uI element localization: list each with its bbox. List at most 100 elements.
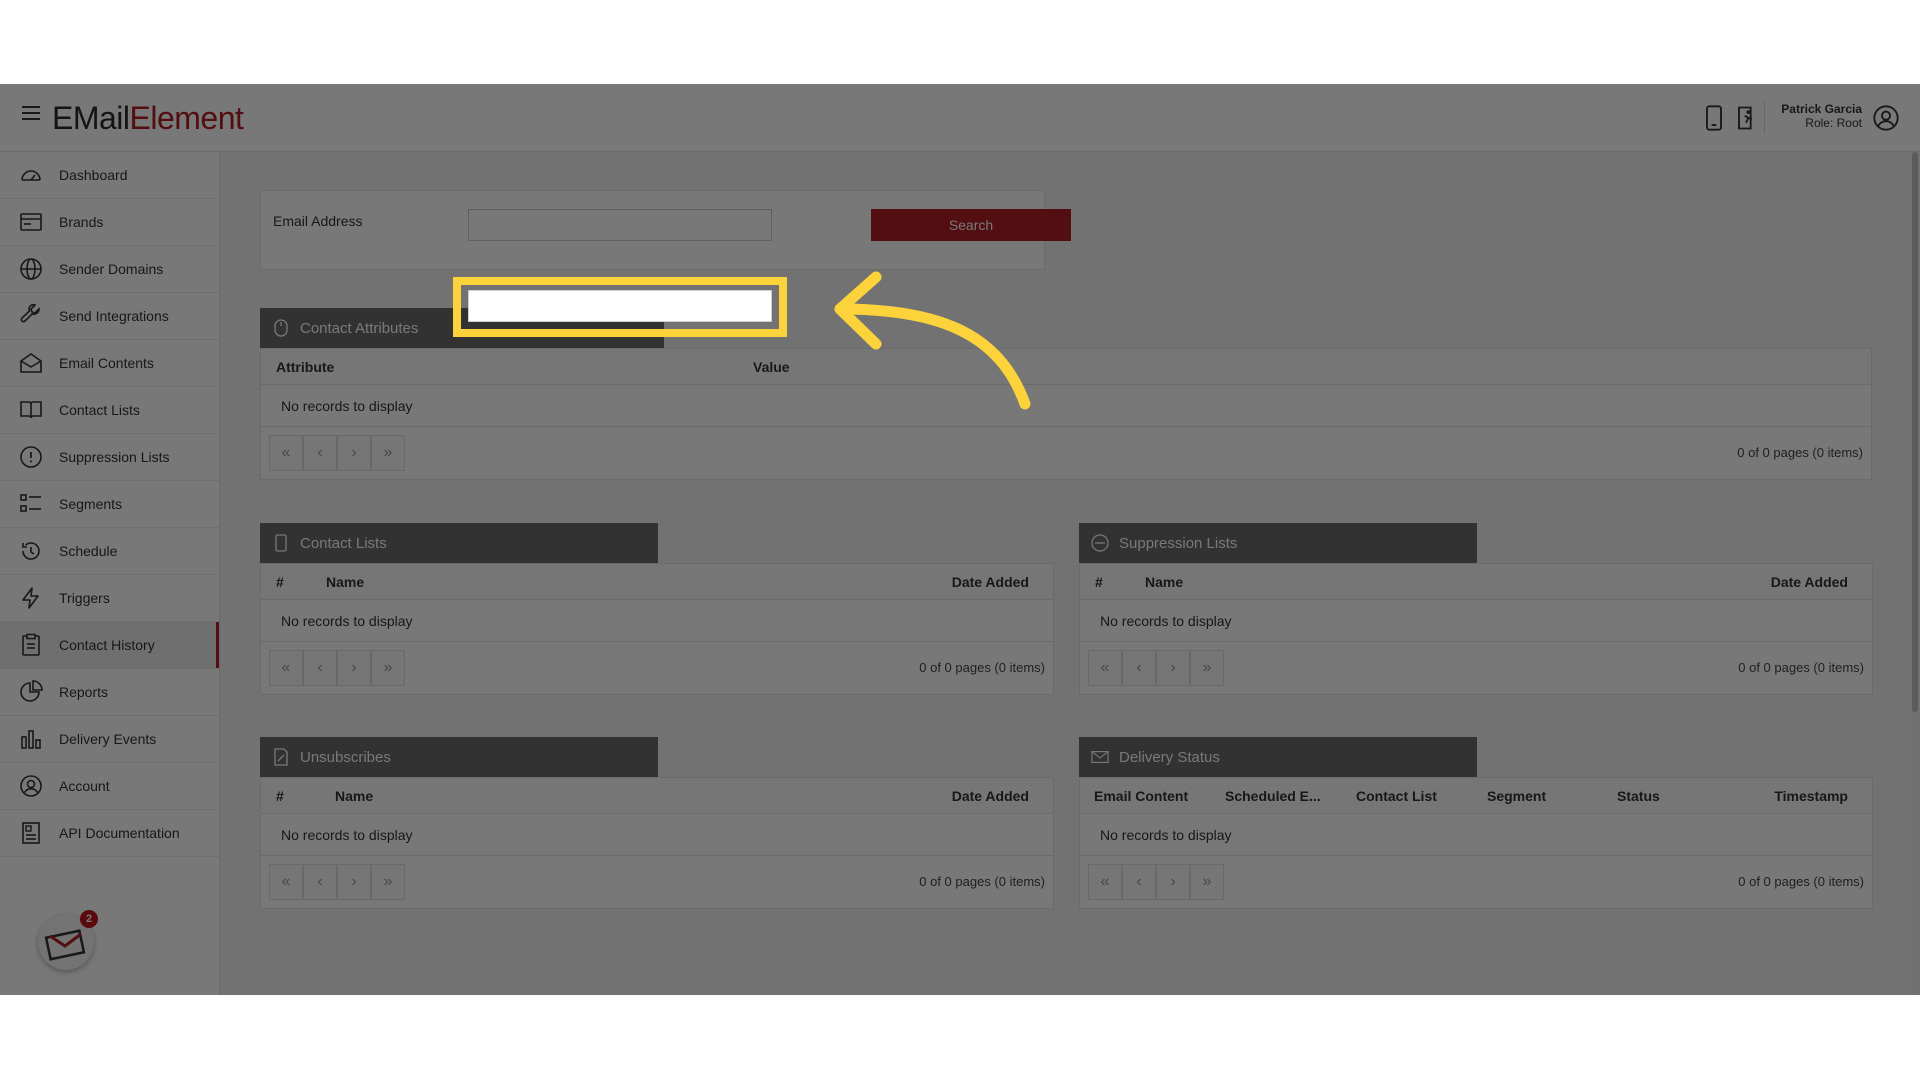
sidebar-item-contact-history[interactable]: Contact History	[0, 622, 219, 669]
column-header-number[interactable]: #	[276, 788, 284, 804]
sidebar-item-triggers[interactable]: Triggers	[0, 575, 219, 622]
page-scrollbar[interactable]	[1910, 152, 1920, 995]
sidebar-item-schedule[interactable]: Schedule	[0, 528, 219, 575]
last-page-button[interactable]: »	[371, 864, 405, 900]
next-page-button[interactable]: ›	[337, 435, 371, 471]
first-page-button[interactable]: «	[269, 864, 303, 900]
next-page-button[interactable]: ›	[1156, 864, 1190, 900]
sidebar-item-send-integrations[interactable]: Send Integrations	[0, 293, 219, 340]
panel-body: Attribute Value No records to display « …	[260, 348, 1872, 480]
notification-count-badge: 2	[80, 910, 98, 928]
first-page-button[interactable]: «	[269, 435, 303, 471]
last-page-button[interactable]: »	[371, 650, 405, 686]
column-header-date-added[interactable]: Date Added	[952, 574, 1029, 590]
pager-info: 0 of 0 pages (0 items)	[1738, 874, 1864, 889]
sidebar-item-label: Email Contents	[59, 355, 154, 371]
sidebar-item-label: Contact Lists	[59, 402, 140, 418]
last-page-button[interactable]: »	[371, 435, 405, 471]
mouse-icon	[272, 319, 290, 337]
prev-page-button[interactable]: ‹	[1122, 864, 1156, 900]
column-header-contact-list[interactable]: Contact List	[1356, 788, 1437, 804]
pager-info: 0 of 0 pages (0 items)	[919, 660, 1045, 675]
user-circle-icon	[18, 773, 44, 799]
scrollbar-thumb[interactable]	[1912, 152, 1918, 712]
prev-page-button[interactable]: ‹	[1122, 650, 1156, 686]
table-header: Attribute Value	[261, 349, 1871, 385]
first-page-button[interactable]: «	[269, 650, 303, 686]
delivery-status-panel: Delivery Status Email Content Scheduled …	[1079, 737, 1873, 909]
column-header-scheduled[interactable]: Scheduled E...	[1225, 788, 1321, 804]
sidebar-item-label: Account	[59, 778, 110, 794]
column-header-segment[interactable]: Segment	[1487, 788, 1546, 804]
prev-page-button[interactable]: ‹	[303, 435, 337, 471]
globe-icon	[18, 256, 44, 282]
sidebar-item-api-documentation[interactable]: API Documentation	[0, 810, 219, 857]
panel-body: # Name Date Added No records to display …	[1079, 563, 1873, 695]
next-page-button[interactable]: ›	[1156, 650, 1190, 686]
search-button[interactable]: Search	[871, 209, 1071, 241]
sidebar-item-label: Reports	[59, 684, 109, 700]
pager: « ‹ › » 0 of 0 pages (0 items)	[261, 427, 1871, 479]
next-page-button[interactable]: ›	[337, 650, 371, 686]
sidebar-item-segments[interactable]: Segments	[0, 481, 219, 528]
phone-icon	[272, 534, 290, 552]
contact-lists-panel: Contact Lists # Name Date Added No recor…	[260, 523, 1054, 695]
sidebar-item-reports[interactable]: Reports	[0, 669, 219, 716]
app-window: EMailElement Patrick Garcia Role: Root D…	[0, 84, 1920, 995]
clock-icon	[18, 538, 44, 564]
sidebar-item-label: Contact History	[59, 637, 155, 653]
column-header-date-added[interactable]: Date Added	[952, 788, 1029, 804]
prev-page-button[interactable]: ‹	[303, 650, 337, 686]
next-page-button[interactable]: ›	[337, 864, 371, 900]
column-header-name[interactable]: Name	[335, 788, 373, 804]
sidebar-item-label: Delivery Events	[59, 731, 157, 747]
minus-circle-icon	[1091, 534, 1109, 552]
panel-title: Unsubscribes	[300, 748, 391, 766]
sidebar-item-account[interactable]: Account	[0, 763, 219, 810]
column-header-name[interactable]: Name	[1145, 574, 1183, 590]
sidebar-item-suppression-lists[interactable]: Suppression Lists	[0, 434, 219, 481]
pie-chart-icon	[18, 679, 44, 705]
user-role: Role: Root	[1805, 116, 1862, 130]
user-avatar-icon[interactable]	[1872, 104, 1900, 132]
last-page-button[interactable]: »	[1190, 650, 1224, 686]
mobile-phone-icon[interactable]	[1700, 104, 1728, 132]
column-header-number[interactable]: #	[1095, 574, 1103, 590]
list-icon	[18, 491, 44, 517]
sidebar-item-email-contents[interactable]: Email Contents	[0, 340, 219, 387]
panel-body: # Name Date Added No records to display …	[260, 777, 1054, 909]
sidebar-item-brands[interactable]: Brands	[0, 199, 219, 246]
book-icon	[18, 397, 44, 423]
id-card-icon	[18, 209, 44, 235]
sidebar-item-label: Suppression Lists	[59, 449, 170, 465]
sidebar-item-delivery-events[interactable]: Delivery Events	[0, 716, 219, 763]
column-header-number[interactable]: #	[276, 574, 284, 590]
column-header-attribute[interactable]: Attribute	[276, 359, 334, 375]
pager: « ‹ › » 0 of 0 pages (0 items)	[1080, 856, 1872, 908]
sidebar-item-label: Triggers	[59, 590, 110, 606]
column-header-email-content[interactable]: Email Content	[1094, 788, 1188, 804]
sidebar-item-sender-domains[interactable]: Sender Domains	[0, 246, 219, 293]
prev-page-button[interactable]: ‹	[303, 864, 337, 900]
last-page-button[interactable]: »	[1190, 864, 1224, 900]
column-header-status[interactable]: Status	[1617, 788, 1660, 804]
hamburger-menu-icon[interactable]	[22, 106, 40, 124]
first-page-button[interactable]: «	[1088, 864, 1122, 900]
empty-message: No records to display	[261, 814, 1053, 856]
column-header-value[interactable]: Value	[753, 359, 790, 375]
first-page-button[interactable]: «	[1088, 650, 1122, 686]
logout-icon[interactable]	[1732, 104, 1760, 132]
column-header-date-added[interactable]: Date Added	[1771, 574, 1848, 590]
app-logo[interactable]: EMailElement	[52, 100, 244, 137]
empty-message: No records to display	[261, 385, 1871, 427]
sidebar-item-dashboard[interactable]: Dashboard	[0, 152, 219, 199]
notification-mail-button[interactable]: 2	[38, 910, 98, 970]
logo-text-part2: Element	[129, 100, 244, 136]
search-form: Email Address Search	[260, 190, 1071, 270]
column-header-name[interactable]: Name	[326, 574, 364, 590]
wrench-icon	[18, 303, 44, 329]
column-header-timestamp[interactable]: Timestamp	[1774, 788, 1848, 804]
sidebar-item-contact-lists[interactable]: Contact Lists	[0, 387, 219, 434]
sidebar-item-label: Dashboard	[59, 167, 128, 183]
email-address-input[interactable]	[468, 209, 772, 241]
